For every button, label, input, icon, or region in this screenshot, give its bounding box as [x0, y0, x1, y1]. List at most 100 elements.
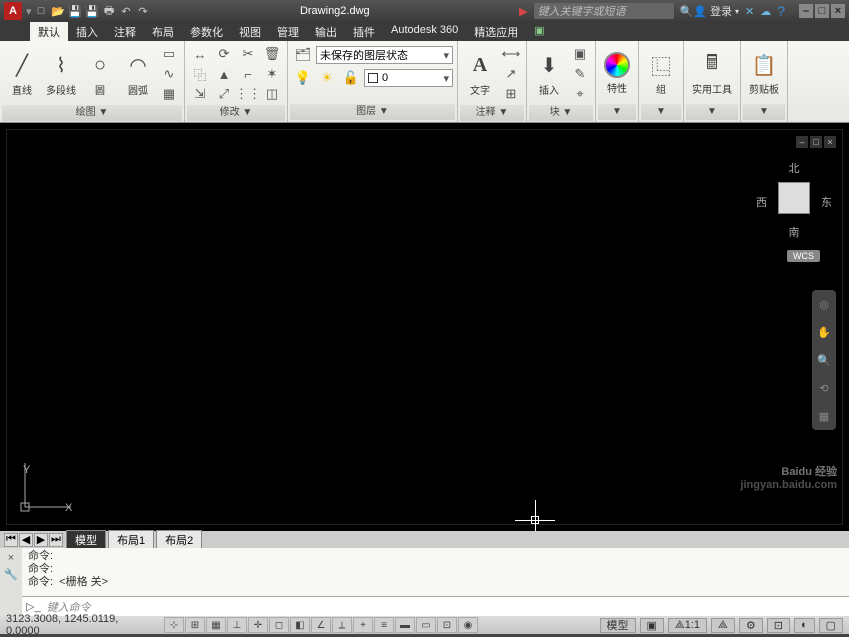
new-icon[interactable]: □ [34, 4, 49, 19]
tab-last-icon[interactable]: ⏭ [49, 533, 63, 547]
leader-icon[interactable]: ↗ [500, 65, 522, 83]
move-icon[interactable]: ↔ [189, 45, 211, 63]
mirror-icon[interactable]: ▲ [213, 65, 235, 83]
infer-icon[interactable]: ⊹ [164, 617, 184, 633]
vp-close-icon[interactable]: × [824, 136, 836, 148]
tab-view[interactable]: 视图 [231, 22, 269, 41]
polyline-button[interactable]: ⌇多段线 [42, 50, 80, 99]
tab-layout2[interactable]: 布局2 [156, 530, 202, 549]
erase-icon[interactable]: 🗑 [261, 45, 283, 63]
tab-insert[interactable]: 插入 [68, 22, 106, 41]
layer-freeze-icon[interactable]: ☀ [316, 69, 338, 87]
rotate-icon[interactable]: ⟳ [213, 45, 235, 63]
tab-featured[interactable]: 精选应用 [466, 22, 526, 41]
clean-screen-icon[interactable]: ▢ [819, 618, 843, 633]
scale-icon[interactable]: ⤢ [213, 85, 235, 103]
panel-annotate-title[interactable]: 注释 ▼ [460, 105, 524, 121]
login-button[interactable]: 👤 登录 ▾ [693, 3, 739, 19]
trim-icon[interactable]: ✂ [237, 45, 259, 63]
layer-state-combo[interactable]: 未保存的图层状态▾ [316, 46, 453, 64]
viewcube-top[interactable] [778, 182, 810, 214]
annoscale-icon[interactable]: ⟁ 1:1 [668, 618, 707, 633]
viewcube-south[interactable]: 南 [764, 224, 824, 240]
otrack-icon[interactable]: ∠ [311, 617, 331, 633]
3dosnap-icon[interactable]: ◧ [290, 617, 310, 633]
search-button-icon[interactable]: 🔍 [680, 5, 694, 18]
dim-linear-icon[interactable]: ⟷ [500, 45, 522, 63]
line-button[interactable]: ╱直线 [4, 50, 40, 99]
layer-props-icon[interactable]: 🗂 [292, 46, 314, 64]
spline-icon[interactable]: ∿ [158, 65, 180, 83]
orbit-icon[interactable]: ⟲ [814, 378, 834, 398]
status-layout-icon[interactable]: ▣ [640, 618, 664, 633]
pan-icon[interactable]: ✋ [814, 322, 834, 342]
tab-default[interactable]: 默认 [30, 22, 68, 41]
sc-icon[interactable]: ⊡ [437, 617, 457, 633]
attr-icon[interactable]: ⌖ [569, 85, 591, 103]
vp-maximize-icon[interactable]: □ [810, 136, 822, 148]
arc-button[interactable]: ◠圆弧 [120, 50, 156, 99]
tab-layout[interactable]: 布局 [144, 22, 182, 41]
viewcube-west[interactable]: 西 [756, 194, 767, 210]
text-button[interactable]: A文字 [462, 50, 498, 99]
exchange-icon[interactable]: ✕ [745, 5, 754, 18]
copy-icon[interactable]: ⿻ [189, 65, 211, 83]
am-icon[interactable]: ◉ [458, 617, 478, 633]
wcs-label[interactable]: WCS [787, 250, 820, 262]
layer-lock-icon[interactable]: 🔓 [340, 69, 362, 87]
panel-block-title[interactable]: 块 ▼ [529, 105, 593, 121]
app-logo-icon[interactable]: A [4, 2, 22, 20]
tab-a360[interactable]: Autodesk 360 [383, 22, 466, 41]
viewcube-north[interactable]: 北 [764, 160, 824, 176]
tpy-icon[interactable]: ▬ [395, 617, 415, 633]
snap-icon[interactable]: ⊞ [185, 617, 205, 633]
coordinates[interactable]: 3123.3008, 1245.0119, 0.0000 [0, 613, 160, 637]
dyn-icon[interactable]: + [353, 617, 373, 633]
panel-props-title[interactable]: ▼ [598, 104, 636, 120]
offset-icon[interactable]: ◫ [261, 85, 283, 103]
saveas-icon[interactable]: 💾 [85, 4, 100, 19]
tab-parametric[interactable]: 参数化 [182, 22, 231, 41]
props-button[interactable]: 特性 [600, 50, 634, 97]
edit-block-icon[interactable]: ✎ [569, 65, 591, 83]
table-icon[interactable]: ⊞ [500, 85, 522, 103]
circle-button[interactable]: ○圆 [82, 50, 118, 99]
minimize-icon[interactable]: – [799, 4, 813, 18]
tab-prev-icon[interactable]: ◀ [19, 533, 33, 547]
tab-model[interactable]: 模型 [66, 530, 106, 549]
close-icon[interactable]: × [831, 4, 845, 18]
drawing-area[interactable]: – □ × 北 南 西 东 WCS ◎ ✋ 🔍 ⟲ ▦ Y X Baidu 经验… [0, 123, 849, 531]
annovis-icon[interactable]: ⟁ [711, 618, 735, 633]
osnap-icon[interactable]: ◻ [269, 617, 289, 633]
ducs-icon[interactable]: ⟂ [332, 617, 352, 633]
help-icon[interactable]: ? [777, 3, 785, 19]
tab-output[interactable]: 输出 [307, 22, 345, 41]
panel-util-title[interactable]: ▼ [686, 104, 738, 120]
hatch-icon[interactable]: ▦ [158, 85, 180, 103]
fillet-icon[interactable]: ⌐ [237, 65, 259, 83]
tab-layout1[interactable]: 布局1 [108, 530, 154, 549]
layer-on-icon[interactable]: 💡 [292, 69, 314, 87]
maximize-icon[interactable]: □ [815, 4, 829, 18]
util-button[interactable]: 🖩实用工具 [688, 49, 736, 98]
create-block-icon[interactable]: ▣ [569, 45, 591, 63]
showmotion-icon[interactable]: ▦ [814, 406, 834, 426]
stretch-icon[interactable]: ⇲ [189, 85, 211, 103]
isolate-icon[interactable]: ◐ [794, 618, 815, 633]
search-input[interactable]: 键入关键字或短语 [534, 3, 674, 19]
panel-group-title[interactable]: ▼ [641, 104, 681, 120]
panel-layer-title[interactable]: 图层 ▼ [290, 104, 455, 120]
tab-annotate[interactable]: 注释 [106, 22, 144, 41]
array-icon[interactable]: ⋮⋮ [237, 85, 259, 103]
group-button[interactable]: ⿺组 [643, 49, 679, 98]
qp-icon[interactable]: ▭ [416, 617, 436, 633]
undo-icon[interactable]: ↶ [119, 4, 134, 19]
tab-manage[interactable]: 管理 [269, 22, 307, 41]
viewcube[interactable]: 北 南 西 东 [764, 160, 824, 240]
layer-current-combo[interactable]: 0▾ [364, 69, 453, 87]
rect-icon[interactable]: ▭ [158, 45, 180, 63]
viewport[interactable]: – □ × 北 南 西 东 WCS ◎ ✋ 🔍 ⟲ ▦ Y X [6, 129, 843, 525]
vp-minimize-icon[interactable]: – [796, 136, 808, 148]
zoom-icon[interactable]: 🔍 [814, 350, 834, 370]
ortho-icon[interactable]: ⊥ [227, 617, 247, 633]
